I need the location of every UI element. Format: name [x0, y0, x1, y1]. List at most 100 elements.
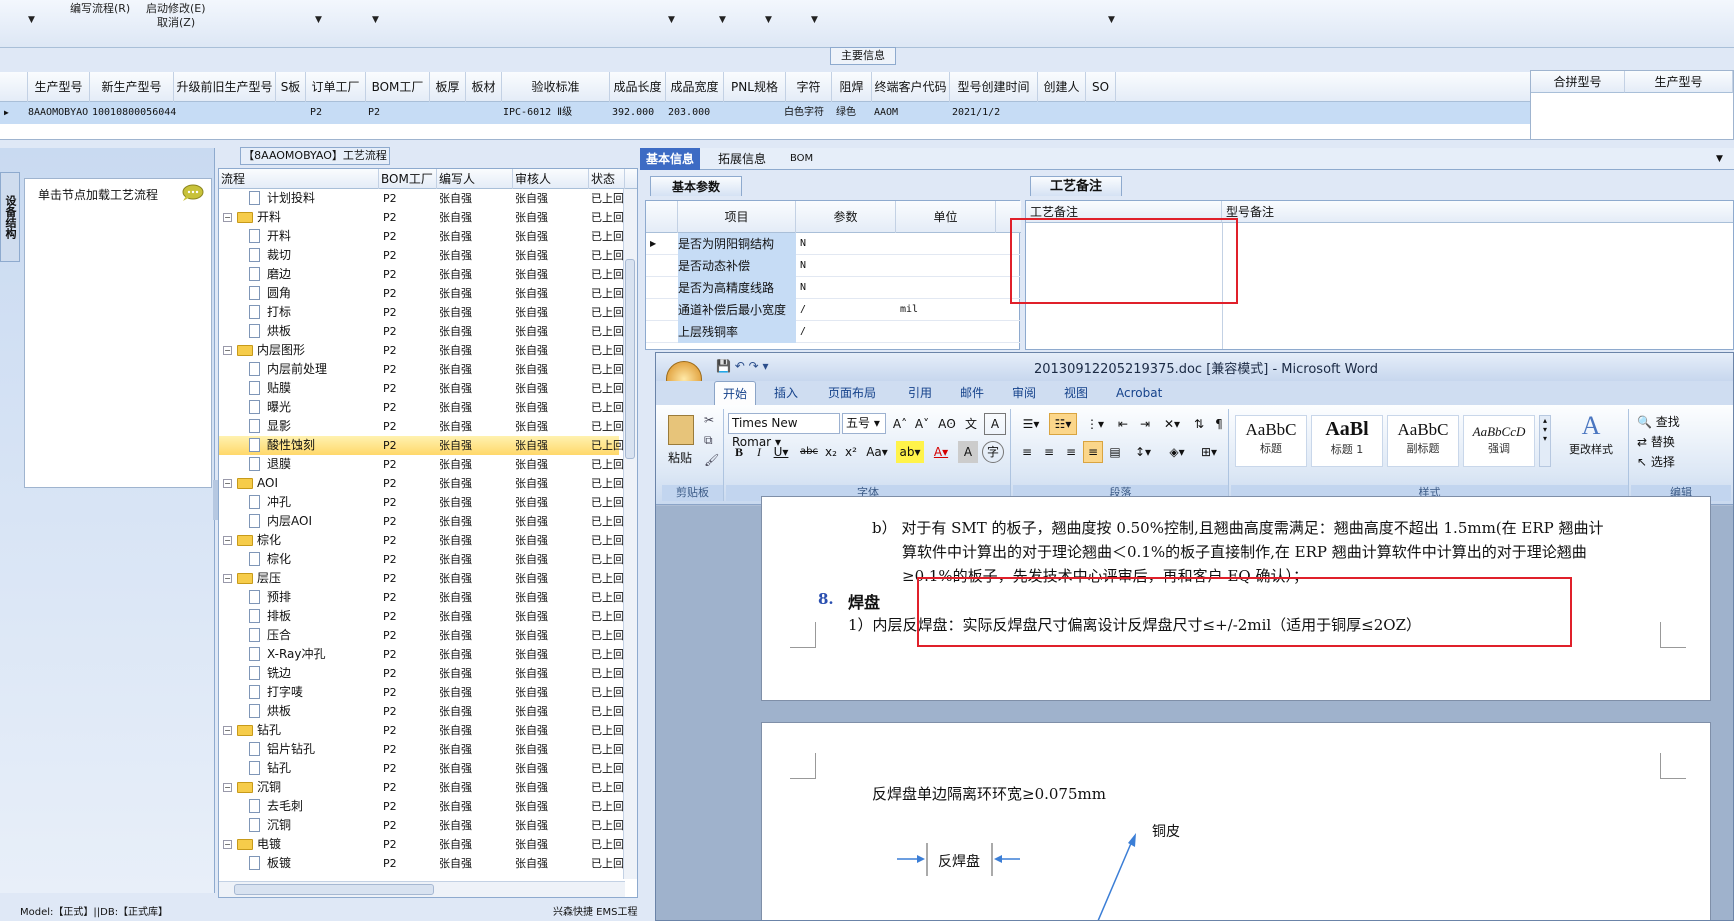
tree-row[interactable]: − 棕化 P2 张自强 张自强 已上回 [219, 531, 624, 550]
tree-row[interactable]: 酸性蚀刻 P2 张自强 张自强 已上回 [219, 436, 624, 455]
bullets-icon[interactable]: ☰▾ [1017, 413, 1045, 435]
tree-row[interactable]: 沉铜 P2 张自强 张自强 已上回 [219, 816, 624, 835]
cell-new-model[interactable]: 10010800056044 [92, 102, 176, 124]
grow-font-icon[interactable]: A˄ [890, 413, 910, 435]
superscript-icon[interactable]: x² [842, 441, 860, 463]
bold-icon[interactable]: B [730, 441, 748, 463]
param-row[interactable]: ▶ 是否为阴阳铜结构 N [646, 233, 1021, 255]
cell-order-factory[interactable]: P2 [310, 102, 322, 124]
cell-width[interactable]: 203.000 [668, 102, 710, 124]
align-center-icon[interactable]: ≡ [1039, 441, 1059, 463]
tab-mailings[interactable]: 邮件 [952, 381, 992, 405]
format-painter-icon[interactable]: 🖌 [704, 453, 719, 467]
show-marks-icon[interactable]: ¶ [1211, 413, 1227, 435]
process-memo-tab[interactable]: 工艺备注 [1030, 176, 1122, 196]
justify-icon[interactable]: ≡ [1083, 441, 1103, 463]
collapse-icon[interactable]: − [223, 346, 232, 355]
find-button[interactable]: 🔍 查找 [1637, 413, 1680, 430]
tree-row[interactable]: − 开料 P2 张自强 张自强 已上回 [219, 208, 624, 227]
col-header[interactable]: 编写人 [437, 169, 513, 189]
tree-row[interactable]: 钻孔 P2 张自强 张自强 已上回 [219, 759, 624, 778]
style-heading1[interactable]: AaBl 标题 1 [1311, 415, 1383, 467]
tree-row[interactable]: 内层AOI P2 张自强 张自强 已上回 [219, 512, 624, 531]
tree-row[interactable]: 磨边 P2 张自强 张自强 已上回 [219, 265, 624, 284]
col-header[interactable]: 字符 [786, 72, 832, 102]
col-header[interactable]: 型号备注 [1222, 201, 1733, 223]
styles-scroll[interactable]: ▴ ▾ ▾ [1539, 415, 1551, 467]
tab-acrobat[interactable]: Acrobat [1108, 381, 1170, 405]
chevron-down-icon[interactable]: ▼ [1710, 148, 1729, 170]
char-border-icon[interactable]: A [984, 413, 1006, 435]
paste-icon[interactable] [668, 415, 694, 445]
col-header[interactable]: 成品宽度 [666, 72, 724, 102]
cell-customer[interactable]: AAOM [874, 102, 898, 124]
replace-button[interactable]: ⇄ 替换 [1637, 433, 1675, 450]
borders-icon[interactable]: ⊞▾ [1195, 441, 1223, 463]
cut-icon[interactable]: ✂ [704, 413, 714, 427]
param-value[interactable]: N [800, 233, 896, 255]
chevron-down-icon[interactable]: ▼ [372, 15, 379, 25]
tree-row[interactable]: 铣边 P2 张自强 张自强 已上回 [219, 664, 624, 683]
tab-bom[interactable]: BOM [784, 148, 819, 170]
tree-row[interactable]: X-Ray冲孔 P2 张自强 张自强 已上回 [219, 645, 624, 664]
chevron-down-icon[interactable]: ▼ [719, 15, 726, 25]
italic-icon[interactable]: I [750, 441, 768, 463]
highlight-icon[interactable]: ab▾ [896, 441, 924, 463]
col-header[interactable]: 验收标准 [502, 72, 610, 102]
tree-row[interactable]: 打字唛 P2 张自强 张自强 已上回 [219, 683, 624, 702]
col-header[interactable]: 合拼型号 [1531, 71, 1625, 93]
tab-view[interactable]: 视图 [1056, 381, 1096, 405]
clear-format-icon[interactable]: Aʘ [936, 413, 958, 435]
tree-row[interactable]: 内层前处理 P2 张自强 张自强 已上回 [219, 360, 624, 379]
col-header[interactable]: SO [1086, 72, 1116, 102]
chevron-down-icon[interactable]: ▼ [28, 15, 35, 25]
cell-bom-factory[interactable]: P2 [368, 102, 380, 124]
style-title[interactable]: AaBbC 标题 [1235, 415, 1307, 467]
chevron-down-icon[interactable]: ▼ [811, 15, 818, 25]
enclose-char-icon[interactable]: 字 [982, 441, 1004, 463]
tree-row[interactable]: 去毛刺 P2 张自强 张自强 已上回 [219, 797, 624, 816]
font-color-icon[interactable]: A▾ [928, 441, 954, 463]
tab-page-layout[interactable]: 页面布局 [820, 381, 884, 405]
chevron-down-icon[interactable]: ▼ [315, 15, 322, 25]
phonetic-icon[interactable]: 文 [960, 413, 982, 435]
cell-created[interactable]: 2021/1/2 [952, 102, 1000, 124]
col-header[interactable]: 型号创建时间 [950, 72, 1038, 102]
col-header[interactable]: 成品长度 [610, 72, 666, 102]
vertical-scrollbar[interactable] [623, 189, 637, 879]
col-header[interactable]: 终端客户代码 [872, 72, 950, 102]
tree-row[interactable]: 显影 P2 张自强 张自强 已上回 [219, 417, 624, 436]
tree-row[interactable]: 贴膜 P2 张自强 张自强 已上回 [219, 379, 624, 398]
col-header[interactable]: 参数 [796, 201, 896, 233]
scroll-thumb[interactable] [625, 259, 635, 459]
chinese-layout-icon[interactable]: ✕▾ [1159, 413, 1185, 435]
col-header[interactable]: 板材 [466, 72, 502, 102]
numbering-icon[interactable]: ☷▾ [1049, 413, 1077, 435]
document-page[interactable]: 反焊盘单边隔离环环宽≥0.075mm 反焊盘 铜皮 [761, 722, 1711, 920]
cell-prod-model[interactable]: 8AAOMOBYAO [28, 102, 88, 124]
shading-icon[interactable]: ◈▾ [1163, 441, 1191, 463]
tab-insert[interactable]: 插入 [766, 381, 806, 405]
increase-indent-icon[interactable]: ⇥ [1135, 413, 1155, 435]
horizontal-scrollbar[interactable] [219, 881, 625, 897]
underline-icon[interactable]: U▾ [770, 441, 792, 463]
collapse-icon[interactable]: − [223, 536, 232, 545]
tab-references[interactable]: 引用 [900, 381, 940, 405]
decrease-indent-icon[interactable]: ⇤ [1113, 413, 1133, 435]
distributed-icon[interactable]: ▤ [1105, 441, 1125, 463]
col-header[interactable]: 生产型号 [1625, 71, 1733, 93]
paste-button[interactable]: 粘贴 [668, 449, 692, 466]
device-structure-tab[interactable]: 设备结构 [0, 172, 20, 262]
cancel-menu[interactable]: 取消(Z) [157, 14, 195, 30]
tree-row[interactable]: − AOI P2 张自强 张自强 已上回 [219, 474, 624, 493]
tree-row[interactable]: 曝光 P2 张自强 张自强 已上回 [219, 398, 624, 417]
tree-row[interactable]: 压合 P2 张自强 张自强 已上回 [219, 626, 624, 645]
line-spacing-icon[interactable]: ↕▾ [1129, 441, 1157, 463]
param-value[interactable]: N [800, 255, 896, 277]
tree-row[interactable]: − 钻孔 P2 张自强 张自强 已上回 [219, 721, 624, 740]
tree-row[interactable]: − 沉铜 P2 张自强 张自强 已上回 [219, 778, 624, 797]
sort-icon[interactable]: ⇅ [1189, 413, 1209, 435]
param-value[interactable]: N [800, 277, 896, 299]
tab-extended-info[interactable]: 拓展信息 [712, 148, 772, 170]
col-header[interactable]: PNL规格 [724, 72, 786, 102]
